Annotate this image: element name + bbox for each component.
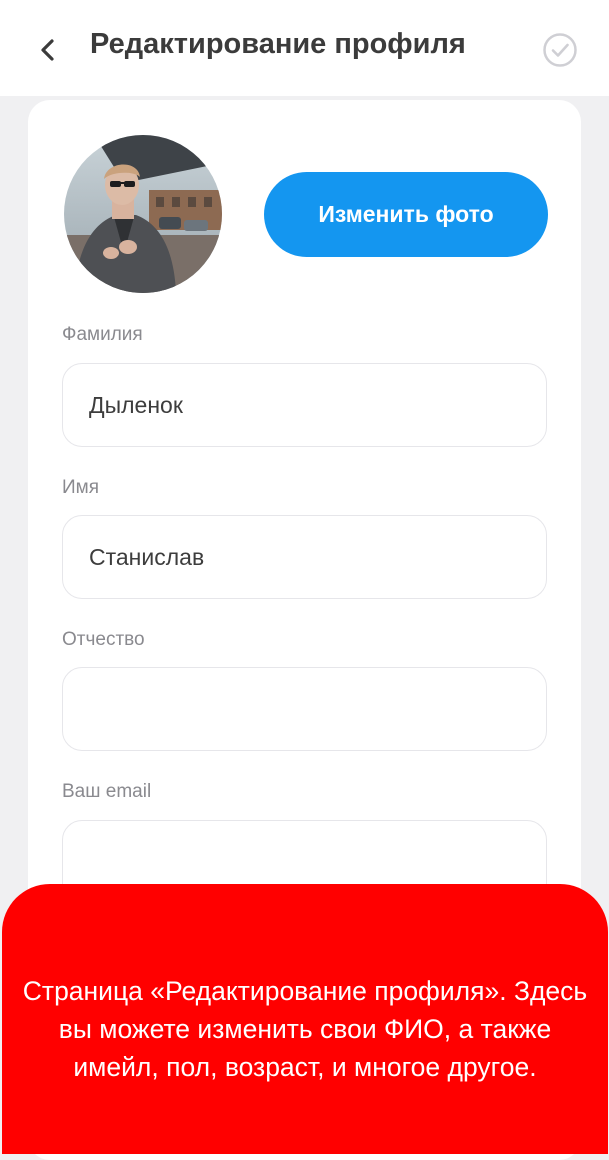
- chevron-left-icon: [41, 39, 54, 61]
- info-banner: Страница «Редактирование профиля». Здесь…: [2, 884, 608, 1154]
- info-banner-text: Страница «Редактирование профиля». Здесь…: [22, 976, 588, 1082]
- check-circle-icon: [543, 33, 577, 67]
- avatar[interactable]: [64, 135, 222, 293]
- save-button[interactable]: [542, 32, 578, 68]
- first-name-field[interactable]: [62, 515, 547, 599]
- patronymic-label: Отчество: [62, 629, 145, 650]
- page-title: Редактирование профиля: [90, 28, 466, 60]
- last-name-field[interactable]: [62, 363, 547, 447]
- last-name-label: Фамилия: [62, 324, 143, 345]
- change-photo-button[interactable]: Изменить фото: [264, 172, 548, 257]
- email-label: Ваш email: [62, 781, 152, 802]
- avatar-photo: [64, 135, 222, 293]
- top-bar: Редактирование профиля: [0, 0, 609, 96]
- patronymic-field[interactable]: [62, 667, 547, 751]
- back-button[interactable]: [30, 32, 66, 68]
- first-name-label: Имя: [62, 477, 100, 498]
